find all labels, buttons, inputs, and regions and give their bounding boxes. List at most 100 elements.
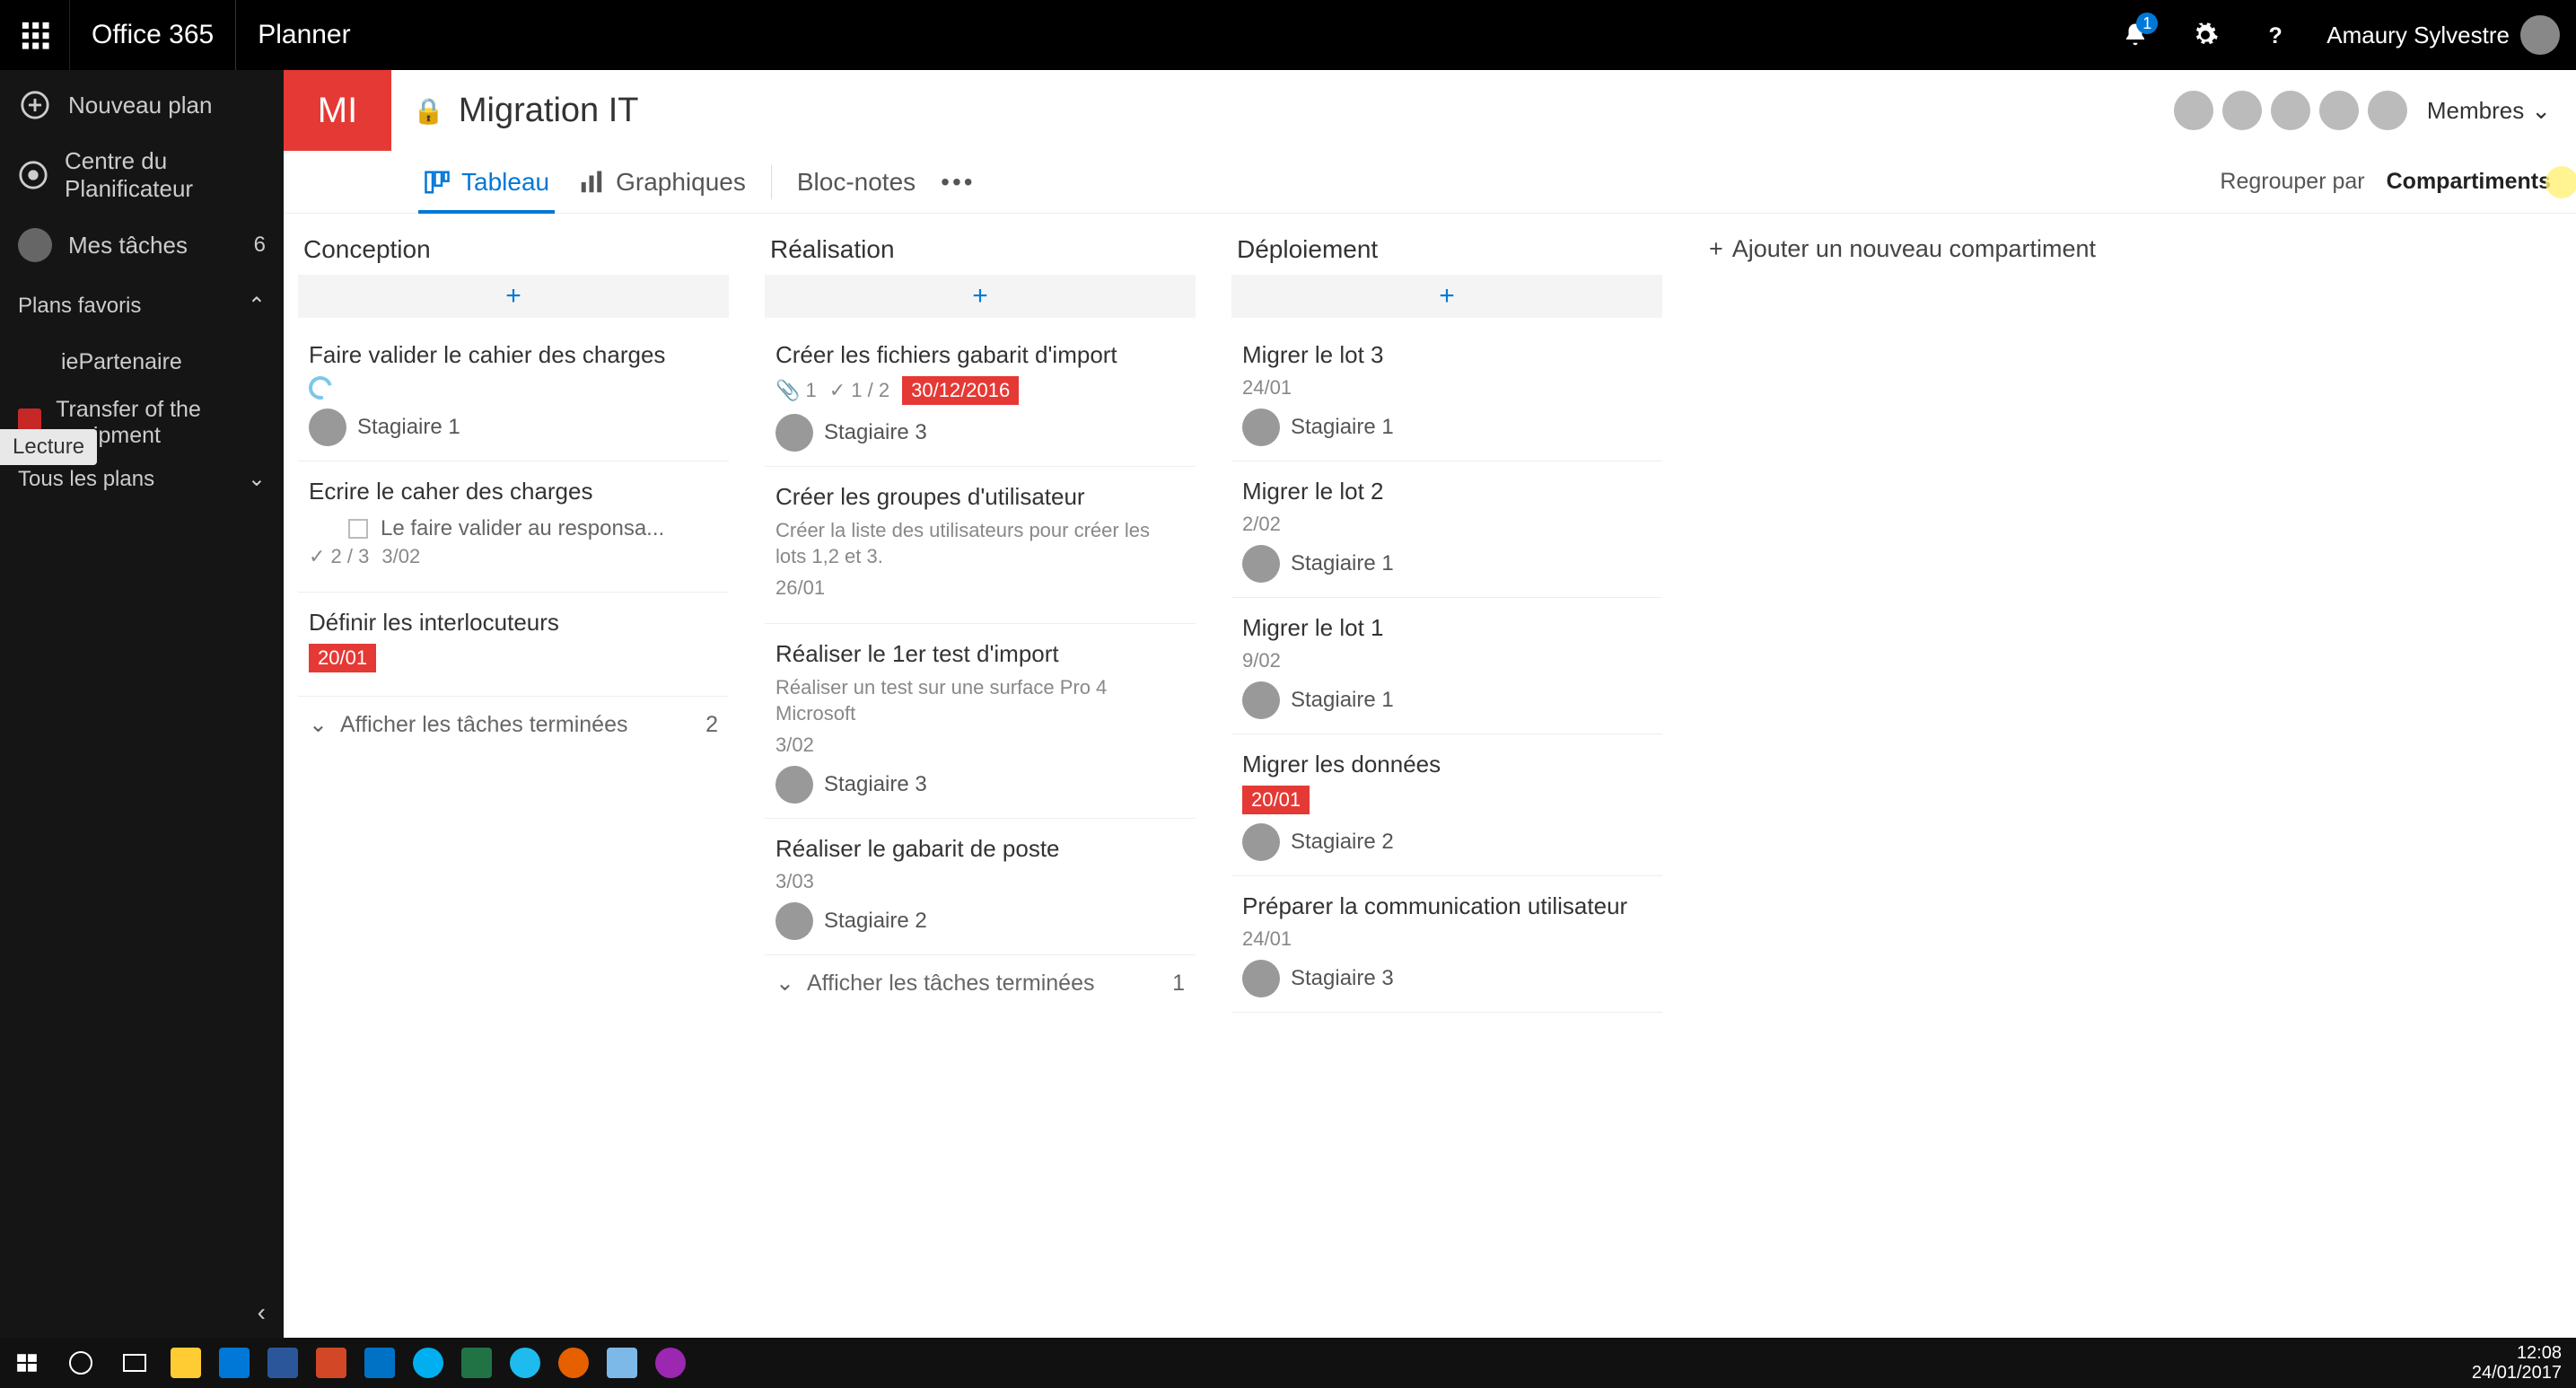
task-assignee[interactable]: Stagiaire 2 [1242, 823, 1652, 861]
subtask-row[interactable]: Le faire valider au responsa... [309, 513, 718, 545]
app-name[interactable]: Planner [236, 20, 372, 50]
taskbar-app-word[interactable] [258, 1338, 307, 1388]
chevron-down-icon: ⌄ [775, 970, 794, 997]
taskbar-app-notes[interactable] [598, 1338, 646, 1388]
add-bucket-button[interactable]: +Ajouter un nouveau compartiment [1698, 228, 2107, 270]
plan-title[interactable]: Migration IT [459, 92, 639, 130]
task-card[interactable]: Migrer le lot 22/02Stagiaire 1 [1231, 461, 1662, 598]
task-card[interactable]: Réaliser le gabarit de poste3/03Stagiair… [765, 819, 1196, 955]
plan-tile[interactable]: MI [284, 70, 391, 151]
add-task-button[interactable]: + [298, 275, 729, 318]
my-tasks-count: 6 [254, 233, 266, 258]
tab-notebook[interactable]: Bloc-notes [783, 151, 930, 214]
bucket-title[interactable]: Déploiement [1231, 228, 1662, 275]
lecture-tooltip: Lecture [0, 429, 97, 465]
show-completed-button[interactable]: ⌄Afficher les tâches terminées2 [298, 697, 729, 752]
task-title: Créer les groupes d'utilisateur [775, 483, 1185, 511]
task-title: Définir les interlocuteurs [309, 609, 718, 637]
taskbar-app-outlook[interactable] [355, 1338, 404, 1388]
circle-icon [69, 1351, 92, 1375]
checkbox-icon[interactable] [348, 519, 368, 539]
task-meta: 9/02 [1242, 649, 1652, 672]
planner-hub-label: Centre du Planificateur [65, 147, 266, 203]
due-date: 3/03 [775, 870, 814, 893]
task-card[interactable]: Définir les interlocuteurs20/01 [298, 593, 729, 697]
tab-charts[interactable]: Graphiques [564, 151, 760, 214]
task-card[interactable]: Réaliser le 1er test d'importRéaliser un… [765, 624, 1196, 819]
taskview-button[interactable] [108, 1338, 162, 1388]
task-card[interactable]: Préparer la communication utilisateur24/… [1231, 876, 1662, 1013]
task-assignee[interactable]: Stagiaire 3 [775, 414, 1185, 452]
task-assignee[interactable]: Stagiaire 1 [1242, 681, 1652, 719]
tab-board[interactable]: Tableau [409, 151, 564, 214]
waffle-icon [20, 20, 50, 50]
board[interactable]: Conception+Faire valider le cahier des c… [284, 214, 2576, 1338]
taskbar-app-ie[interactable] [501, 1338, 549, 1388]
notifications-button[interactable]: 1 [2100, 0, 2170, 70]
avatar [775, 414, 813, 452]
system-clock[interactable]: 12:08 24/01/2017 [2458, 1343, 2576, 1383]
avatar [2221, 89, 2264, 132]
due-date: 3/02 [775, 734, 814, 757]
add-task-button[interactable]: + [1231, 275, 1662, 318]
taskbar-app-powerpoint[interactable] [307, 1338, 355, 1388]
taskbar-app-excel[interactable] [452, 1338, 501, 1388]
bucket: Déploiement+ Migrer le lot 324/01Stagiair… [1231, 228, 1662, 1013]
taskbar-app-firefox[interactable] [549, 1338, 598, 1388]
cortana-button[interactable] [54, 1338, 108, 1388]
task-title: Faire valider le cahier des charges [309, 341, 718, 369]
avatar [1242, 408, 1280, 446]
taskbar-app-edge[interactable] [210, 1338, 258, 1388]
task-card[interactable]: Migrer les données20/01Stagiaire 2 [1231, 734, 1662, 876]
favorite-plans-header[interactable]: Plans favoris ⌃ [0, 280, 284, 331]
task-card[interactable]: Migrer le lot 324/01Stagiaire 1 [1231, 325, 1662, 461]
task-assignee[interactable]: Stagiaire 1 [1242, 408, 1652, 446]
task-card[interactable]: Créer les fichiers gabarit d'import📎 11 … [765, 325, 1196, 467]
task-meta: 3/03 [775, 870, 1185, 893]
task-card[interactable]: Migrer le lot 19/02Stagiaire 1 [1231, 598, 1662, 734]
task-card[interactable]: Ecrire le caher des charges Le faire vali… [298, 461, 729, 593]
task-description: Créer la liste des utilisateurs pour cré… [775, 518, 1185, 569]
group-by-dropdown[interactable]: Compartiments [2387, 169, 2551, 195]
task-assignee[interactable]: Stagiaire 3 [775, 766, 1185, 804]
new-plan-button[interactable]: Nouveau plan [0, 70, 284, 140]
task-title: Migrer le lot 3 [1242, 341, 1652, 369]
powerpoint-icon [316, 1348, 346, 1378]
bucket-title[interactable]: Réalisation [765, 228, 1196, 275]
sidebar-item-plan-1[interactable]: iePartenaire [0, 331, 284, 392]
show-completed-button[interactable]: ⌄Afficher les tâches terminées1 [765, 955, 1196, 1011]
help-button[interactable]: ? [2240, 0, 2310, 70]
members-dropdown[interactable]: Membres ⌄ [2427, 97, 2551, 125]
task-assignee[interactable]: Stagiaire 3 [1242, 960, 1652, 997]
lock-icon: 🔒 [413, 96, 444, 126]
member-avatars[interactable] [2172, 89, 2409, 132]
task-assignee[interactable]: Stagiaire 1 [309, 408, 718, 446]
avatar [775, 766, 813, 804]
task-card[interactable]: Faire valider le cahier des charges Stagi… [298, 325, 729, 461]
task-assignee[interactable]: Stagiaire 2 [775, 902, 1185, 940]
user-menu[interactable]: Amaury Sylvestre [2310, 15, 2576, 55]
collapse-nav-button[interactable]: ‹ [0, 1287, 284, 1338]
task-card[interactable]: Créer les groupes d'utilisateur Créer la … [765, 467, 1196, 624]
taskbar-app-skype[interactable] [404, 1338, 452, 1388]
gear-icon [2192, 22, 2219, 48]
suite-brand[interactable]: Office 365 [70, 0, 236, 70]
plan-header: MI 🔒 Migration IT Membres ⌄ [284, 70, 2576, 151]
bucket-title[interactable]: Conception [298, 228, 729, 275]
app-launcher-button[interactable] [0, 0, 70, 70]
person-icon [18, 228, 52, 262]
tabs-row: Tableau Graphiques Bloc-notes ••• Regrou… [284, 151, 2576, 214]
settings-button[interactable] [2170, 0, 2240, 70]
more-button[interactable]: ••• [930, 168, 986, 197]
start-button[interactable] [0, 1338, 54, 1388]
my-tasks-button[interactable]: Mes tâches 6 [0, 210, 284, 280]
board-icon [424, 169, 451, 196]
task-assignee[interactable]: Stagiaire 1 [1242, 545, 1652, 583]
planner-hub-button[interactable]: Centre du Planificateur [0, 140, 284, 210]
chevron-down-icon: ⌄ [248, 466, 266, 492]
task-title: Créer les fichiers gabarit d'import [775, 341, 1185, 369]
taskbar-app-explorer[interactable] [162, 1338, 210, 1388]
taskbar-app-other[interactable] [646, 1338, 695, 1388]
task-title: Ecrire le caher des charges [309, 478, 718, 505]
add-task-button[interactable]: + [765, 275, 1196, 318]
